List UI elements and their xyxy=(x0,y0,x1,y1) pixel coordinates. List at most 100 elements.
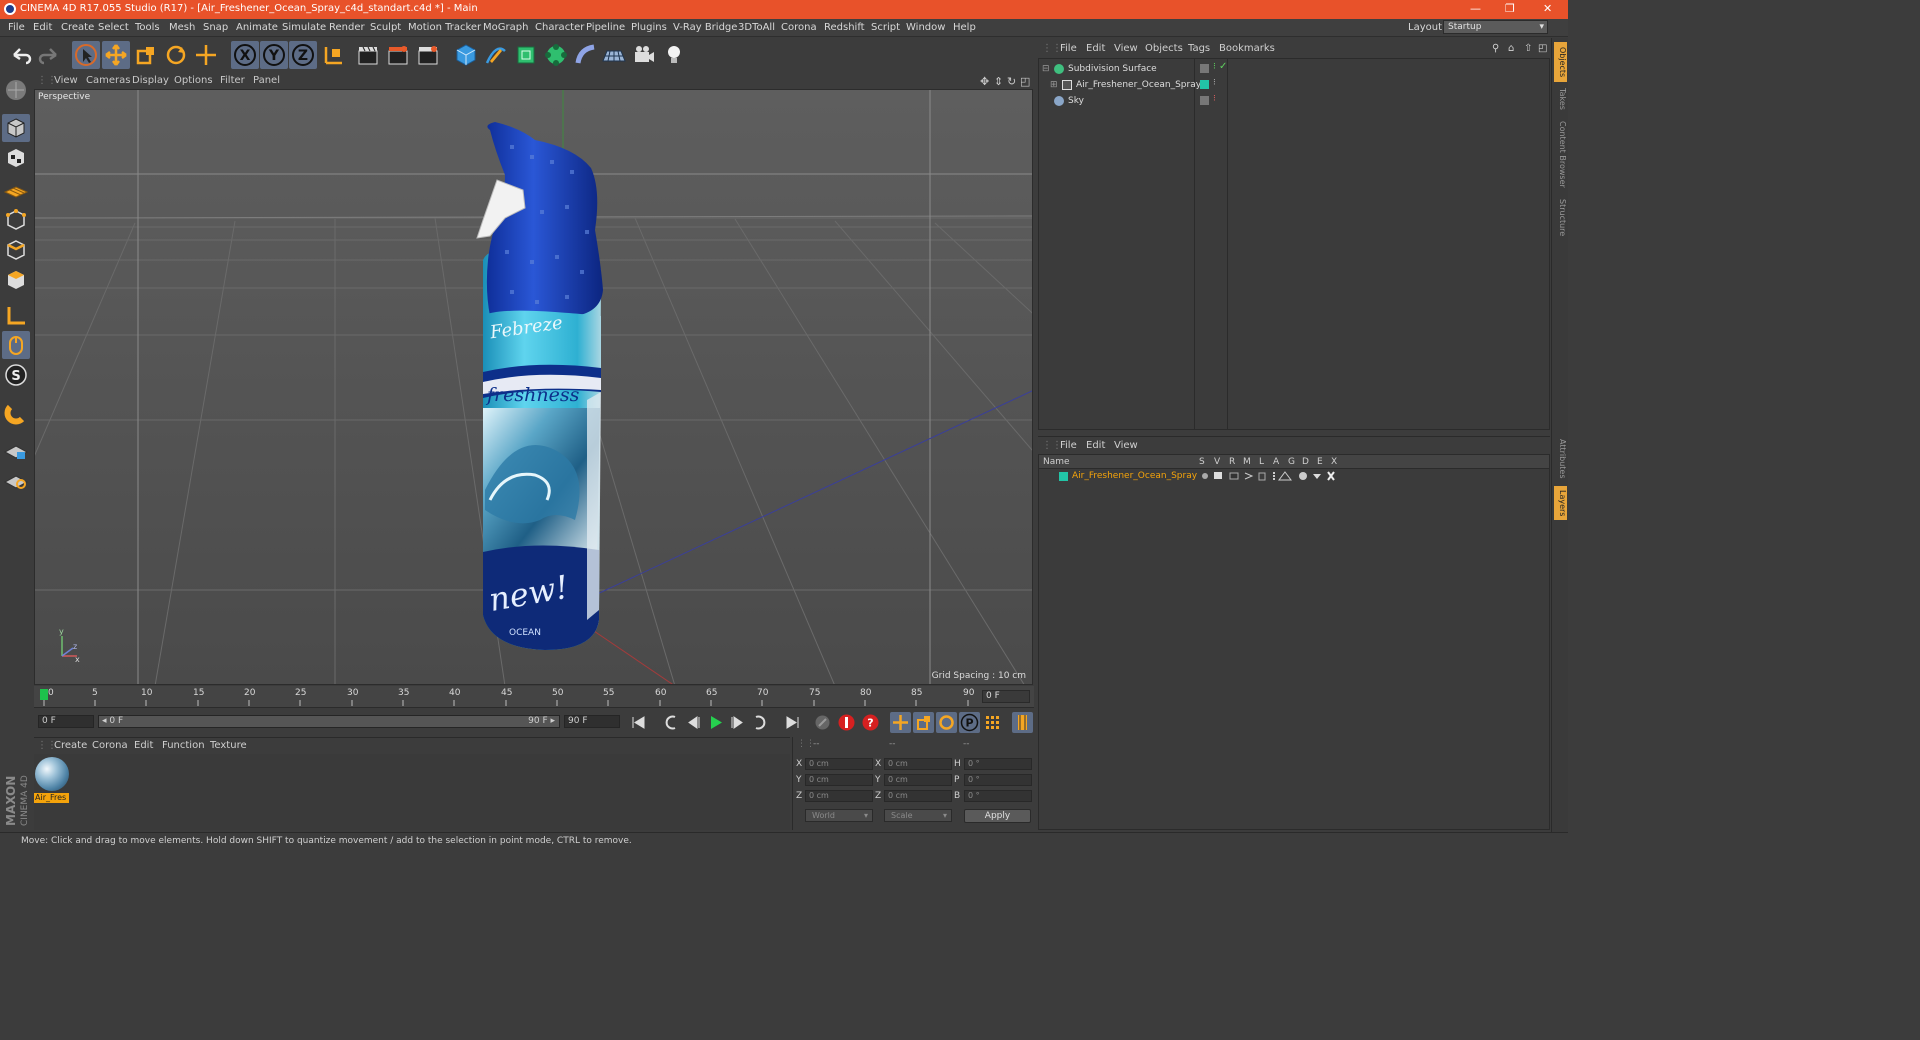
layer-col-l[interactable]: L xyxy=(1259,457,1264,467)
menu-redshift[interactable]: Redshift xyxy=(824,22,865,33)
layer-col-e[interactable]: E xyxy=(1317,457,1323,467)
menu-script[interactable]: Script xyxy=(871,22,900,33)
z-axis-lock-button[interactable]: Z xyxy=(289,41,317,69)
key-parameter-button[interactable]: P xyxy=(959,712,980,733)
current-frame-field[interactable]: 0 F xyxy=(38,715,94,728)
rotate-tool-button[interactable] xyxy=(162,41,190,69)
menu-animate[interactable]: Animate xyxy=(236,22,278,33)
make-editable-button[interactable] xyxy=(2,76,30,104)
menu-select[interactable]: Select xyxy=(98,22,129,33)
transform-tool-button[interactable] xyxy=(192,41,220,69)
size-x-field[interactable]: 0 cm xyxy=(884,758,952,770)
cube-object-button[interactable] xyxy=(452,41,480,69)
pen-spline-button[interactable] xyxy=(482,41,510,69)
redo-button[interactable] xyxy=(36,41,64,69)
layer-flags[interactable] xyxy=(1199,469,1349,483)
layer-menu-view[interactable]: View xyxy=(1114,440,1138,451)
menu-vray-bridge[interactable]: V-Ray Bridge xyxy=(673,22,737,33)
viewport-menu-panel[interactable]: Panel xyxy=(253,75,280,86)
layer-col-s[interactable]: S xyxy=(1199,457,1205,467)
viewport-menu-view[interactable]: View xyxy=(54,75,78,86)
layer-row[interactable]: Air_Freshener_Ocean_Spray xyxy=(1039,469,1549,483)
menu-simulate[interactable]: Simulate xyxy=(282,22,326,33)
object-menu-bookmarks[interactable]: Bookmarks xyxy=(1219,43,1275,54)
layer-col-g[interactable]: G xyxy=(1288,457,1295,467)
record-keys-button[interactable] xyxy=(812,712,833,733)
points-mode-button[interactable] xyxy=(2,206,30,234)
size-z-field[interactable]: 0 cm xyxy=(884,790,952,802)
material-menu-create[interactable]: Create xyxy=(54,740,87,751)
viewport-rotate-icon[interactable]: ↻ xyxy=(1007,75,1016,88)
layer-col-a[interactable]: A xyxy=(1273,457,1279,467)
coordinate-system-button[interactable] xyxy=(320,41,348,69)
tab-takes[interactable]: Takes xyxy=(1554,86,1567,112)
model-mode-button[interactable] xyxy=(2,114,30,142)
viewport-menu-display[interactable]: Display xyxy=(132,75,169,86)
prev-key-button[interactable] xyxy=(660,712,681,733)
object-menu-edit[interactable]: Edit xyxy=(1086,43,1105,54)
object-menu-tags[interactable]: Tags xyxy=(1188,43,1210,54)
restore-button[interactable]: ❐ xyxy=(1505,2,1515,15)
visibility-dots-icon[interactable]: ⁝ xyxy=(1213,94,1216,104)
play-button[interactable] xyxy=(705,712,726,733)
layer-tag-icon[interactable] xyxy=(1200,64,1209,73)
tab-layers[interactable]: Layers xyxy=(1554,486,1567,520)
layer-tag-icon[interactable] xyxy=(1200,96,1209,105)
menu-file[interactable]: File xyxy=(8,22,25,33)
viewport-menu-filter[interactable]: Filter xyxy=(220,75,245,86)
material-menu-corona[interactable]: Corona xyxy=(92,740,128,751)
layer-col-m[interactable]: M xyxy=(1243,457,1251,467)
scale-tool-button[interactable] xyxy=(132,41,160,69)
layer-col-d[interactable]: D xyxy=(1302,457,1309,467)
tab-attributes[interactable]: Attributes xyxy=(1554,436,1567,482)
viewport-maximize-icon[interactable]: ◰ xyxy=(1020,75,1030,88)
menu-sculpt[interactable]: Sculpt xyxy=(370,22,401,33)
texture-mode-button[interactable] xyxy=(2,144,30,172)
menu-render[interactable]: Render xyxy=(329,22,365,33)
tree-expander[interactable]: ⊟ xyxy=(1042,64,1050,74)
menu-create[interactable]: Create xyxy=(61,22,94,33)
menu-mograph[interactable]: MoGraph xyxy=(483,22,528,33)
menu-mesh[interactable]: Mesh xyxy=(169,22,195,33)
material-menu-function[interactable]: Function xyxy=(162,740,205,751)
tweak-mode-button[interactable] xyxy=(2,331,30,359)
object-menu-file[interactable]: File xyxy=(1060,43,1077,54)
playhead-marker[interactable] xyxy=(40,689,48,700)
visibility-dots-icon[interactable]: ⁝ xyxy=(1213,62,1216,72)
tab-structure[interactable]: Structure xyxy=(1554,196,1567,240)
live-selection-button[interactable] xyxy=(72,41,100,69)
viewport-menu-cameras[interactable]: Cameras xyxy=(86,75,130,86)
menu-tools[interactable]: Tools xyxy=(135,22,160,33)
tab-content-browser[interactable]: Content Browser xyxy=(1554,118,1567,190)
material-menu-texture[interactable]: Texture xyxy=(210,740,247,751)
array-object-button[interactable] xyxy=(542,41,570,69)
next-key-button[interactable] xyxy=(750,712,771,733)
close-button[interactable]: ✕ xyxy=(1543,2,1552,15)
viewport-pan-icon[interactable]: ✥ xyxy=(980,75,989,88)
render-settings-button[interactable] xyxy=(414,41,442,69)
position-x-field[interactable]: 0 cm xyxy=(805,758,873,770)
prev-frame-button[interactable] xyxy=(683,712,704,733)
next-frame-button[interactable] xyxy=(727,712,748,733)
subdivision-surface-button[interactable] xyxy=(512,41,540,69)
material-menu-edit[interactable]: Edit xyxy=(134,740,153,751)
position-z-field[interactable]: 0 cm xyxy=(805,790,873,802)
enabled-check-icon[interactable]: ✓ xyxy=(1219,61,1227,72)
layer-menu-edit[interactable]: Edit xyxy=(1086,440,1105,451)
render-view-button[interactable] xyxy=(354,41,382,69)
layer-col-v[interactable]: V xyxy=(1214,457,1220,467)
polygons-mode-button[interactable] xyxy=(2,266,30,294)
y-axis-lock-button[interactable]: Y xyxy=(260,41,288,69)
key-scale-button[interactable] xyxy=(913,712,934,733)
move-tool-button[interactable] xyxy=(102,41,130,69)
perspective-viewport[interactable]: freshness Febreze new! OCEAN y x z Persp… xyxy=(34,89,1033,685)
layout-select[interactable]: Startup ▾ xyxy=(1443,20,1548,34)
viewport-menu-options[interactable]: Options xyxy=(174,75,213,86)
object-row[interactable]: ⊞ Air_Freshener_Ocean_Spray ⁝ xyxy=(1039,77,1549,93)
position-y-field[interactable]: 0 cm xyxy=(805,774,873,786)
viewport-zoom-icon[interactable]: ⇕ xyxy=(994,75,1003,88)
key-rotation-button[interactable] xyxy=(936,712,957,733)
menu-edit[interactable]: Edit xyxy=(33,22,52,33)
key-position-button[interactable] xyxy=(890,712,911,733)
up-arrow-icon[interactable]: ⇧ xyxy=(1524,43,1532,54)
